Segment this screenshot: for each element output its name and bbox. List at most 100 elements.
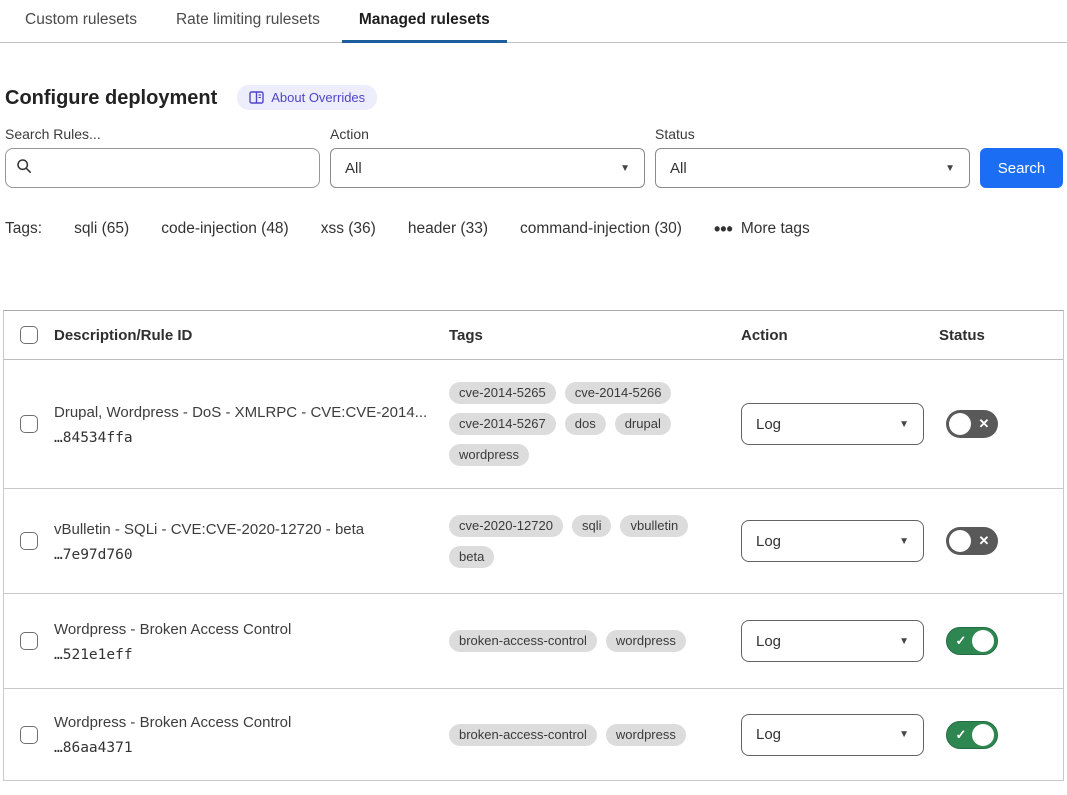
book-icon (249, 91, 264, 104)
search-filter: Search Rules... (5, 126, 320, 188)
status-toggle[interactable]: ✕ (946, 527, 998, 555)
rule-tag-pill: wordpress (606, 724, 686, 746)
column-header-status: Status (939, 327, 1063, 344)
column-header-description: Description/Rule ID (54, 327, 449, 344)
search-rules-label: Search Rules... (5, 126, 320, 142)
action-filter-select[interactable]: All ▼ (330, 148, 645, 188)
rule-description: vBulletin - SQLi - CVE:CVE-2020-12720 - … (54, 520, 429, 540)
status-filter-select[interactable]: All ▼ (655, 148, 970, 188)
rule-tags-cell: broken-access-control wordpress (449, 724, 741, 746)
search-icon (16, 158, 32, 179)
page-title: Configure deployment (5, 86, 217, 110)
managed-rulesets-page: Custom rulesets Rate limiting rulesets M… (0, 0, 1067, 795)
rules-table: Description/Rule ID Tags Action Status D… (3, 310, 1064, 781)
select-all-checkbox[interactable] (20, 326, 38, 344)
table-row: vBulletin - SQLi - CVE:CVE-2020-12720 - … (4, 489, 1063, 594)
status-toggle[interactable]: ✓ (946, 627, 998, 655)
chevron-down-icon: ▼ (899, 536, 909, 547)
rule-status-cell: ✓ (939, 627, 1063, 655)
rule-description-cell: vBulletin - SQLi - CVE:CVE-2020-12720 - … (54, 520, 449, 563)
toggle-knob (949, 413, 971, 435)
ellipsis-icon: ••• (714, 224, 733, 234)
rule-action-value: Log (756, 416, 781, 433)
row-checkbox[interactable] (20, 632, 38, 650)
rule-description: Wordpress - Broken Access Control (54, 620, 429, 640)
more-tags-button[interactable]: ••• More tags (714, 220, 810, 238)
status-filter-label: Status (655, 126, 970, 142)
column-header-action: Action (741, 327, 939, 344)
rule-id: …86aa4371 (54, 740, 429, 756)
toggle-knob (972, 724, 994, 746)
tab-custom-rulesets[interactable]: Custom rulesets (8, 0, 154, 43)
row-checkbox-cell (4, 415, 54, 433)
rule-action-select[interactable]: Log ▼ (741, 403, 924, 445)
tag-filter-sqli[interactable]: sqli (65) (74, 220, 129, 238)
row-checkbox[interactable] (20, 415, 38, 433)
chevron-down-icon: ▼ (899, 729, 909, 740)
rule-tags-cell: cve-2014-5265cve-2014-5266cve-2014-5267d… (449, 382, 741, 466)
row-checkbox-cell (4, 726, 54, 744)
rule-description: Drupal, Wordpress - DoS - XMLRPC - CVE:C… (54, 403, 429, 423)
status-toggle[interactable]: ✕ (946, 410, 998, 438)
chevron-down-icon: ▼ (945, 163, 955, 174)
rule-description: Wordpress - Broken Access Control (54, 713, 429, 733)
rule-action-select[interactable]: Log ▼ (741, 520, 924, 562)
rule-status-cell: ✓ (939, 721, 1063, 749)
search-input-box[interactable] (5, 148, 320, 188)
rule-tag-pill: vbulletin (620, 515, 688, 537)
status-toggle[interactable]: ✓ (946, 721, 998, 749)
heading-row: Configure deployment About Overrides (5, 85, 1067, 110)
rule-tag-pill: broken-access-control (449, 630, 597, 652)
table-body: Drupal, Wordpress - DoS - XMLRPC - CVE:C… (4, 360, 1063, 781)
more-tags-label: More tags (741, 220, 810, 238)
rule-tags: cve-2020-12720 sqli vbulletin beta (449, 515, 725, 568)
x-icon: ✕ (973, 530, 995, 552)
column-header-tags: Tags (449, 327, 741, 344)
rule-action-select[interactable]: Log ▼ (741, 714, 924, 756)
rule-description-cell: Wordpress - Broken Access Control …86aa4… (54, 713, 449, 756)
check-icon: ✓ (950, 724, 972, 746)
row-checkbox[interactable] (20, 726, 38, 744)
rule-tag-pill: sqli (572, 515, 612, 537)
rule-action-cell: Log ▼ (741, 620, 939, 662)
rule-action-select[interactable]: Log ▼ (741, 620, 924, 662)
rule-tag-pill: broken-access-control (449, 724, 597, 746)
tag-filter-code-injection[interactable]: code-injection (48) (161, 220, 289, 238)
rule-tag-pill: cve-2014-5267 (449, 413, 556, 435)
action-filter-label: Action (330, 126, 645, 142)
rule-description-cell: Wordpress - Broken Access Control …521e1… (54, 620, 449, 663)
tag-filter-command-injection[interactable]: command-injection (30) (520, 220, 682, 238)
tag-filter-header[interactable]: header (33) (408, 220, 488, 238)
rule-tag-pill: cve-2020-12720 (449, 515, 563, 537)
rule-action-value: Log (756, 633, 781, 650)
rule-action-cell: Log ▼ (741, 520, 939, 562)
row-checkbox[interactable] (20, 532, 38, 550)
action-filter: Action All ▼ (330, 126, 645, 188)
rule-id: …7e97d760 (54, 547, 429, 563)
toggle-knob (949, 530, 971, 552)
check-icon: ✓ (950, 630, 972, 652)
rule-tag-pill: drupal (615, 413, 671, 435)
rule-id: …521e1eff (54, 647, 429, 663)
rule-status-cell: ✕ (939, 410, 1063, 438)
rule-tags: broken-access-controlwordpress (449, 630, 725, 652)
about-overrides-badge[interactable]: About Overrides (237, 85, 377, 110)
search-input[interactable] (40, 160, 309, 177)
rule-tag-pill: beta (449, 546, 494, 568)
rule-tag-pill: wordpress (449, 444, 529, 466)
x-icon: ✕ (973, 413, 995, 435)
row-checkbox-cell (4, 632, 54, 650)
search-button[interactable]: Search (980, 148, 1063, 188)
chevron-down-icon: ▼ (899, 636, 909, 647)
action-filter-value: All (345, 160, 362, 177)
rule-tag-pill: cve-2014-5265 (449, 382, 556, 404)
rule-status-cell: ✕ (939, 527, 1063, 555)
status-filter-value: All (670, 160, 687, 177)
tab-managed-rulesets[interactable]: Managed rulesets (342, 0, 507, 43)
tag-filter-xss[interactable]: xss (36) (321, 220, 376, 238)
tab-rate-limiting-rulesets[interactable]: Rate limiting rulesets (159, 0, 337, 43)
about-overrides-label: About Overrides (271, 90, 365, 105)
row-checkbox-cell (4, 532, 54, 550)
tags-bar-label: Tags: (5, 220, 42, 238)
rule-action-value: Log (756, 726, 781, 743)
